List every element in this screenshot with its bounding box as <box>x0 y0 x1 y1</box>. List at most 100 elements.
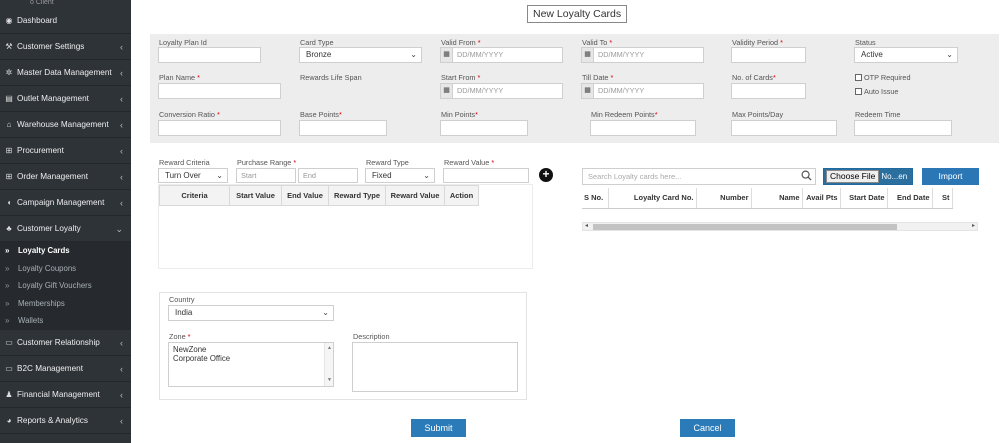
no-of-cards-input[interactable] <box>731 83 806 99</box>
chevron-down-icon: ⌄ <box>410 50 417 59</box>
cards-table-header[interactable]: End Date <box>887 188 933 209</box>
loyalty-cards-table-wrapper: S No. Loyalty Card No. Number Name Avail Pts… <box>582 188 978 210</box>
search-icon[interactable] <box>801 170 812 181</box>
cancel-button[interactable]: Cancel <box>680 419 735 437</box>
sidebar-item-warehouse-management[interactable]: ⌂ Warehouse Management ‹ <box>0 112 131 138</box>
sidebar-item-b2c-management[interactable]: ▭ B2C Management ‹ <box>0 356 131 382</box>
scroll-right-icon[interactable]: ▸ <box>972 222 975 229</box>
validity-period-input[interactable] <box>731 47 806 63</box>
sidebar-item-customer-loyalty[interactable]: ♣ Customer Loyalty ⌄ <box>0 216 131 242</box>
scroll-left-icon[interactable]: ◂ <box>585 222 588 229</box>
valid-from-label-text: Valid From <box>441 38 476 47</box>
vertical-scrollbar[interactable]: ▲ ▼ <box>324 343 333 386</box>
reward-criteria-select[interactable]: Turn Over ⌄ <box>158 168 228 183</box>
cards-table-header[interactable]: Start Date <box>840 188 888 209</box>
choose-file-button[interactable]: Choose File <box>826 170 880 183</box>
scrollbar-thumb[interactable] <box>593 224 897 230</box>
till-date-placeholder: DD/MM/YYYY <box>598 86 645 95</box>
sidebar-subitem-loyalty-cards[interactable]: » Loyalty Cards <box>0 242 131 260</box>
zone-label-text: Zone <box>169 332 186 341</box>
min-redeem-points-label-text: Min Redeem Points <box>591 110 655 119</box>
reward-value-label: Reward Value * <box>444 158 494 167</box>
calendar-icon[interactable]: ▦ <box>441 84 453 98</box>
sidebar-item-customer-settings[interactable]: ⚒ Customer Settings ‹ <box>0 34 131 60</box>
cards-table-header[interactable]: St <box>932 188 953 209</box>
loyalty-cards-search-input[interactable]: Search Loyalty cards here... <box>582 168 816 185</box>
auto-issue-checkbox[interactable]: Auto Issue <box>855 87 898 96</box>
sidebar-item-dashboard[interactable]: ◉ Dashboard <box>0 8 131 34</box>
min-points-label-text: Min Points <box>441 110 476 119</box>
zone-multiselect[interactable]: NewZone Corporate Office ▲ ▼ <box>168 342 334 387</box>
sidebar-subitem-loyalty-coupons[interactable]: » Loyalty Coupons <box>0 260 131 278</box>
conversion-ratio-input[interactable] <box>158 120 281 136</box>
country-select[interactable]: India ⌄ <box>168 305 334 321</box>
zone-option[interactable]: NewZone <box>173 345 329 354</box>
reward-criteria-value: Turn Over <box>165 171 201 180</box>
sidebar-subitem-memberships[interactable]: » Memberships <box>0 295 131 313</box>
min-points-label: Min Points* <box>441 110 478 119</box>
chevron-left-icon: ‹ <box>120 415 123 426</box>
valid-from-input[interactable]: ▦ DD/MM/YYYY <box>440 47 563 63</box>
valid-to-input[interactable]: ▦ DD/MM/YYYY <box>581 47 704 63</box>
checkbox-icon[interactable] <box>855 74 862 81</box>
cards-table-header[interactable]: S No. <box>582 188 609 209</box>
redeem-time-input[interactable] <box>854 120 952 136</box>
sidebar-item-procurement[interactable]: ⊞ Procurement ‹ <box>0 138 131 164</box>
cards-table-header[interactable]: Loyalty Card No. <box>608 188 697 209</box>
description-textarea[interactable] <box>352 342 518 392</box>
sidebar-item-financial-management[interactable]: ♟ Financial Management ‹ <box>0 382 131 408</box>
horizontal-scrollbar[interactable]: ◂ ▸ <box>582 222 978 231</box>
card-type-select[interactable]: Bronze ⌄ <box>299 47 422 63</box>
sidebar-item-campaign-management[interactable]: ◖ Campaign Management ‹ <box>0 190 131 216</box>
sidebar-item-customer-relationship[interactable]: ▭ Customer Relationship ‹ <box>0 330 131 356</box>
sidebar-subitem-loyalty-gift-vouchers[interactable]: » Loyalty Gift Vouchers <box>0 277 131 295</box>
base-points-input[interactable] <box>299 120 387 136</box>
cards-table-header[interactable]: Avail Pts <box>802 188 841 209</box>
chevron-left-icon: ‹ <box>120 389 123 400</box>
required-mark: * <box>338 110 342 119</box>
calendar-icon[interactable]: ▦ <box>582 84 594 98</box>
add-reward-button[interactable]: + <box>539 168 553 182</box>
status-select[interactable]: Active ⌄ <box>854 47 958 63</box>
required-mark: * <box>475 110 478 119</box>
start-from-input[interactable]: ▦ DD/MM/YYYY <box>440 83 563 99</box>
sidebar-subitem-wallets[interactable]: » Wallets <box>0 312 131 330</box>
required-mark: * <box>491 158 495 167</box>
submit-button[interactable]: Submit <box>411 419 466 437</box>
import-button[interactable]: Import <box>922 168 979 185</box>
order-icon: ⊞ <box>5 172 13 181</box>
otp-required-checkbox[interactable]: OTP Required <box>855 73 911 82</box>
scroll-up-icon[interactable]: ▲ <box>327 344 332 353</box>
loyalty-plan-id-input[interactable] <box>158 47 261 63</box>
sidebar-item-reports-analytics[interactable]: ◕ Reports & Analytics ‹ <box>0 408 131 434</box>
loyalty-cards-table: S No. Loyalty Card No. Number Name Avail Pts… <box>582 188 953 209</box>
max-points-day-input[interactable] <box>731 120 837 136</box>
plan-name-input[interactable] <box>158 83 281 99</box>
calendar-icon[interactable]: ▦ <box>441 48 453 62</box>
scroll-down-icon[interactable]: ▼ <box>327 376 332 385</box>
cards-table-header[interactable]: Number <box>696 188 752 209</box>
zone-option[interactable]: Corporate Office <box>173 354 329 363</box>
sidebar-item-order-management[interactable]: ⊞ Order Management ‹ <box>0 164 131 190</box>
purchase-range-end-input[interactable]: End <box>298 168 358 183</box>
calendar-icon[interactable]: ▦ <box>582 48 594 62</box>
sidebar-item-outlet-management[interactable]: ▤ Outlet Management ‹ <box>0 86 131 112</box>
reward-type-select[interactable]: Fixed ⌄ <box>365 168 435 183</box>
no-of-cards-label-text: No. of Cards <box>732 73 773 82</box>
min-points-input[interactable] <box>440 120 528 136</box>
cards-table-header[interactable]: Name <box>751 188 803 209</box>
purchase-range-start-input[interactable]: Start <box>236 168 296 183</box>
file-input[interactable]: Choose File No...en <box>823 168 913 185</box>
chevron-left-icon: ‹ <box>120 198 123 208</box>
reward-value-input[interactable] <box>443 168 529 183</box>
chevron-left-icon: ‹ <box>120 68 123 78</box>
validity-period-label-text: Validity Period <box>732 38 779 47</box>
chevron-left-icon: ‹ <box>120 146 123 156</box>
till-date-input[interactable]: ▦ DD/MM/YYYY <box>581 83 704 99</box>
card-type-label: Card Type <box>300 38 334 47</box>
sidebar-item-master-data-management[interactable]: ✲ Master Data Management ‹ <box>0 60 131 86</box>
min-redeem-points-input[interactable] <box>590 120 696 136</box>
double-chevron-right-icon: » <box>5 298 10 308</box>
checkbox-icon[interactable] <box>855 88 862 95</box>
till-date-label: Till Date * <box>582 73 613 82</box>
